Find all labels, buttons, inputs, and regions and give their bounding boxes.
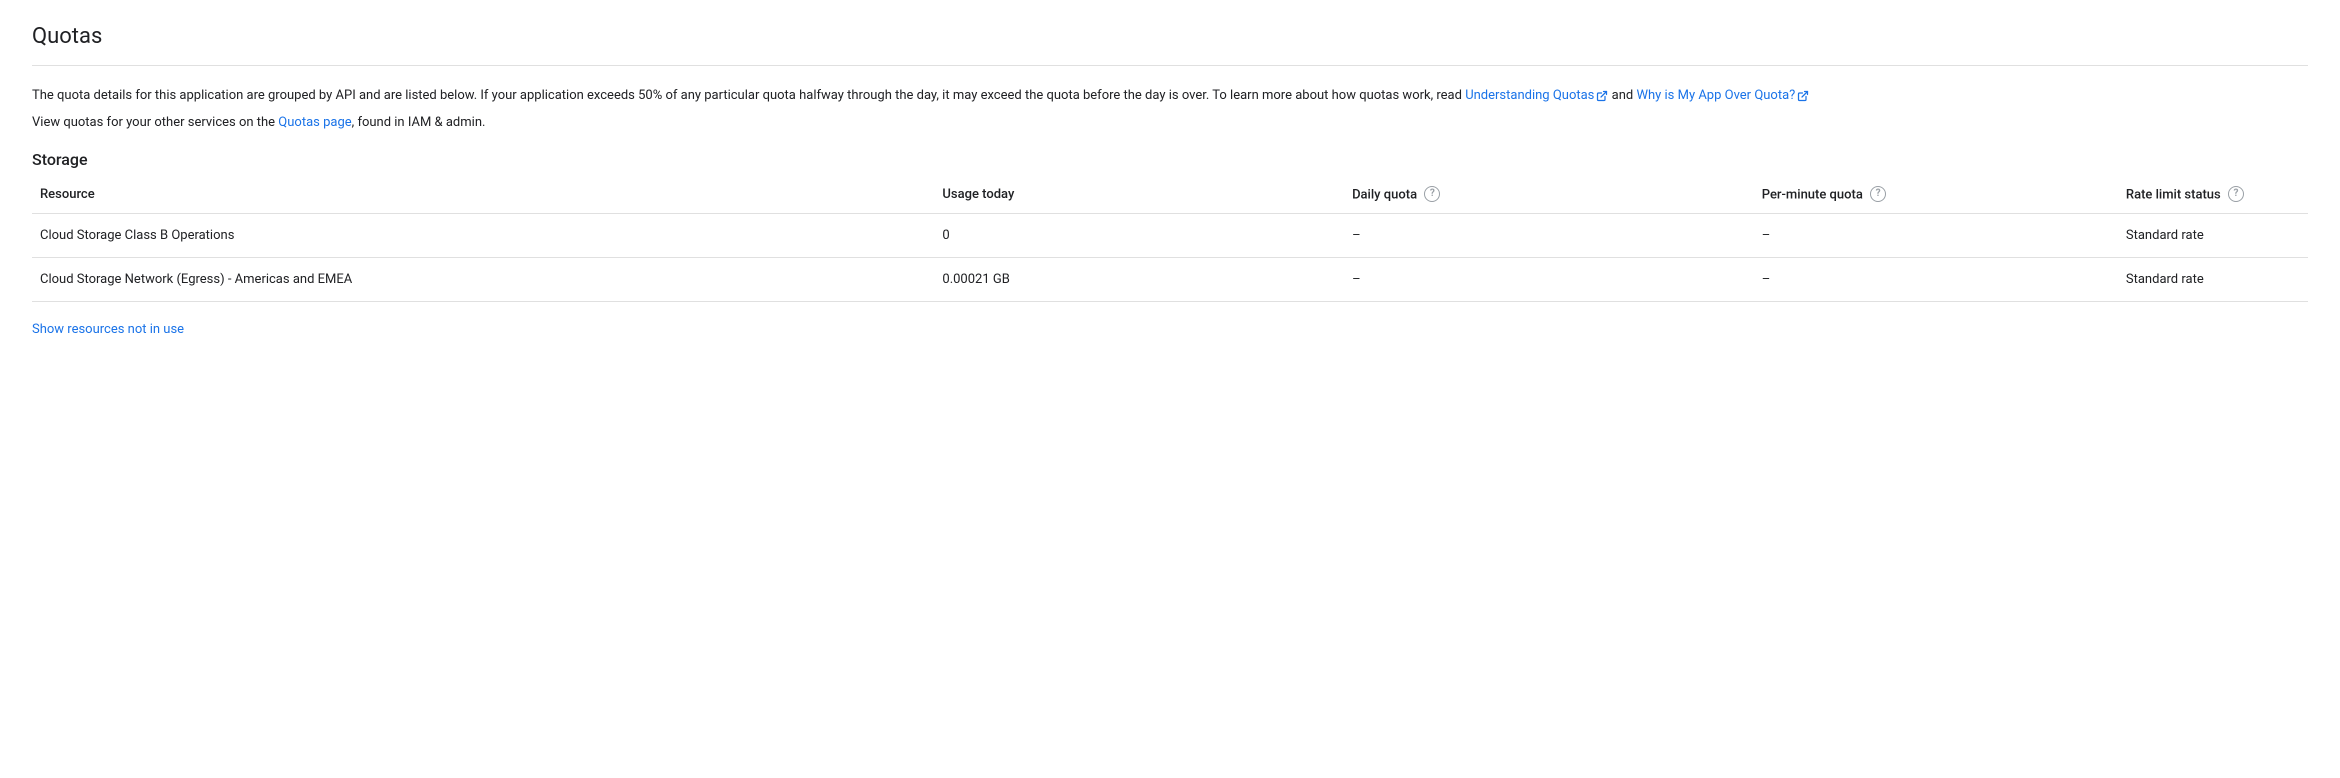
understanding-quotas-link[interactable]: Understanding Quotas xyxy=(1465,88,1608,103)
cell-resource-0: Cloud Storage Class B Operations xyxy=(32,213,942,257)
section-title: Storage xyxy=(32,150,2308,169)
header-rate-limit: Rate limit status ? xyxy=(2126,177,2308,214)
cell-rate-1: Standard rate xyxy=(2126,257,2308,301)
quota-table: Resource Usage today Daily quota ? Per-m… xyxy=(32,177,2308,302)
divider xyxy=(32,65,2308,66)
and-text: and xyxy=(1608,88,1636,103)
quotas-page-link[interactable]: Quotas page xyxy=(278,115,351,130)
line2-prefix: View quotas for your other services on t… xyxy=(32,115,278,130)
cell-daily-1: – xyxy=(1352,257,1762,301)
cell-perminute-0: – xyxy=(1762,213,2126,257)
cell-usage-0: 0 xyxy=(942,213,1352,257)
external-link-icon-2 xyxy=(1797,89,1809,101)
daily-quota-help-icon[interactable]: ? xyxy=(1424,186,1440,202)
cell-usage-1: 0.00021 GB xyxy=(942,257,1352,301)
page-title: Quotas xyxy=(32,24,2308,49)
page-container: Quotas The quota details for this applic… xyxy=(0,0,2340,361)
quota-link-line: View quotas for your other services on t… xyxy=(32,115,2308,130)
table-row: Cloud Storage Network (Egress) - America… xyxy=(32,257,2308,301)
header-resource: Resource xyxy=(32,177,942,214)
description-prefix: The quota details for this application a… xyxy=(32,88,1465,103)
cell-rate-0: Standard rate xyxy=(2126,213,2308,257)
cell-resource-1: Cloud Storage Network (Egress) - America… xyxy=(32,257,942,301)
line2-suffix: , found in IAM & admin. xyxy=(352,115,486,130)
show-resources-container: Show resources not in use xyxy=(32,322,2308,337)
table-header-row: Resource Usage today Daily quota ? Per-m… xyxy=(32,177,2308,214)
show-resources-link[interactable]: Show resources not in use xyxy=(32,322,184,337)
perminute-quota-help-icon[interactable]: ? xyxy=(1870,186,1886,202)
header-usage-today: Usage today xyxy=(942,177,1352,214)
why-over-quota-link[interactable]: Why is My App Over Quota? xyxy=(1636,88,1809,103)
cell-perminute-1: – xyxy=(1762,257,2126,301)
header-perminute-quota: Per-minute quota ? xyxy=(1762,177,2126,214)
description-line1: The quota details for this application a… xyxy=(32,86,2308,107)
external-link-icon xyxy=(1596,89,1608,101)
rate-limit-help-icon[interactable]: ? xyxy=(2228,186,2244,202)
table-row: Cloud Storage Class B Operations0––Stand… xyxy=(32,213,2308,257)
header-daily-quota: Daily quota ? xyxy=(1352,177,1762,214)
cell-daily-0: – xyxy=(1352,213,1762,257)
